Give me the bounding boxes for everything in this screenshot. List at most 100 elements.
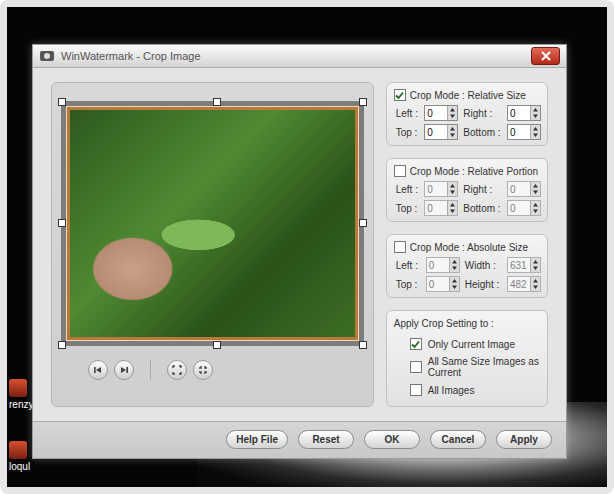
spin-buttons[interactable] <box>447 182 457 196</box>
option-label: All Same Size Images as Current <box>428 356 541 378</box>
spin-buttons[interactable] <box>530 258 540 272</box>
field-label: Top : <box>394 279 423 290</box>
dialog-button[interactable]: Help File <box>226 430 288 449</box>
number-field[interactable]: 631 <box>507 257 541 273</box>
spin-buttons[interactable] <box>530 201 540 215</box>
spin-buttons[interactable] <box>449 258 459 272</box>
checkbox[interactable] <box>394 89 406 101</box>
number-field[interactable]: 0 <box>424 181 458 197</box>
crop-mode-panel: Crop Mode : Relative SizeLeft :0Right :0… <box>386 82 548 146</box>
checkbox[interactable] <box>410 338 422 350</box>
number-field[interactable]: 0 <box>426 257 460 273</box>
spin-arrows-icon <box>532 278 539 290</box>
next-button[interactable] <box>114 360 134 380</box>
fit-button[interactable] <box>167 360 187 380</box>
number-field[interactable]: 0 <box>507 124 541 140</box>
apply-title: Apply Crop Setting to : <box>394 318 541 329</box>
crop-handle[interactable] <box>213 341 221 349</box>
crop-handle[interactable] <box>359 219 367 227</box>
crop-mode-checkbox[interactable]: Crop Mode : Relative Size <box>394 89 541 101</box>
checkbox[interactable] <box>410 361 422 373</box>
option-label: Only Current Image <box>428 339 515 350</box>
checkbox[interactable] <box>394 165 406 177</box>
dialog-button[interactable]: Reset <box>298 430 354 449</box>
dialog-button[interactable]: OK <box>364 430 420 449</box>
field-label: Left : <box>394 184 422 195</box>
desktop-icon[interactable]: renzy <box>9 379 33 410</box>
spin-arrows-icon <box>451 278 458 290</box>
field-label: Top : <box>394 127 422 138</box>
button-bar: Help File Reset OK Cancel Apply <box>33 421 566 458</box>
title-bar[interactable]: WinWatermark - Crop Image <box>33 45 566 68</box>
spin-buttons[interactable] <box>530 277 540 291</box>
field-value: 0 <box>508 184 530 195</box>
close-button[interactable] <box>531 47 560 65</box>
toolbar-separator <box>150 360 151 380</box>
field-value: 631 <box>508 260 530 271</box>
apply-option[interactable]: Only Current Image <box>394 338 541 350</box>
crop-handle[interactable] <box>58 341 66 349</box>
spin-buttons[interactable] <box>447 201 457 215</box>
spin-buttons[interactable] <box>447 106 457 120</box>
tick-icon <box>395 91 404 100</box>
crop-handle[interactable] <box>359 98 367 106</box>
crop-mode-label: Crop Mode : Relative Portion <box>410 166 538 177</box>
spin-arrows-icon <box>532 259 539 271</box>
next-icon <box>119 365 129 375</box>
number-field[interactable]: 0 <box>507 105 541 121</box>
image-stage[interactable] <box>61 101 364 346</box>
number-field[interactable]: 0 <box>507 200 541 216</box>
number-field[interactable]: 0 <box>424 200 458 216</box>
crop-mode-checkbox[interactable]: Crop Mode : Absolute Size <box>394 241 541 253</box>
crop-mode-label: Crop Mode : Absolute Size <box>410 242 528 253</box>
field-value: 0 <box>508 108 530 119</box>
spin-buttons[interactable] <box>530 106 540 120</box>
desktop-icon-label: loqul <box>9 461 30 472</box>
crop-mode-label: Crop Mode : Relative Size <box>410 90 526 101</box>
app-logo-icon <box>39 49 55 63</box>
spin-buttons[interactable] <box>447 125 457 139</box>
crop-handle[interactable] <box>359 341 367 349</box>
spin-buttons[interactable] <box>530 125 540 139</box>
apply-option[interactable]: All Same Size Images as Current <box>394 356 541 378</box>
spin-arrows-icon <box>532 202 539 214</box>
desktop-icon[interactable]: loqul <box>9 441 30 472</box>
desktop: renzy loqul WinWatermark - Crop Image Crop … <box>7 7 607 487</box>
spin-arrows-icon <box>449 107 456 119</box>
number-field[interactable]: 0 <box>426 276 460 292</box>
spin-arrows-icon <box>451 259 458 271</box>
spin-buttons[interactable] <box>449 277 459 291</box>
preview-toolbar <box>52 346 373 392</box>
previous-button[interactable] <box>88 360 108 380</box>
preview-panel <box>51 82 374 407</box>
number-field[interactable]: 0 <box>507 181 541 197</box>
dialog-button[interactable]: Cancel <box>430 430 486 449</box>
screenshot-frame: renzy loqul WinWatermark - Crop Image Crop … <box>0 0 614 494</box>
option-label: All Images <box>428 385 475 396</box>
crop-mode-checkbox[interactable]: Crop Mode : Relative Portion <box>394 165 541 177</box>
field-label: Top : <box>394 203 422 214</box>
crop-handle[interactable] <box>58 219 66 227</box>
number-field[interactable]: 482 <box>507 276 541 292</box>
spin-buttons[interactable] <box>530 182 540 196</box>
dialog-button[interactable]: Apply <box>496 430 552 449</box>
crop-mode-panel: Crop Mode : Relative PortionLeft :0Right… <box>386 158 548 222</box>
app-icon <box>9 379 27 397</box>
field-value: 0 <box>508 203 530 214</box>
actual-size-button[interactable] <box>193 360 213 380</box>
field-value: 0 <box>508 127 530 138</box>
previous-icon <box>93 365 103 375</box>
crop-handle[interactable] <box>213 98 221 106</box>
actual-size-icon <box>198 365 208 375</box>
apply-option[interactable]: All Images <box>394 384 541 396</box>
field-value: 0 <box>425 108 447 119</box>
checkbox[interactable] <box>410 384 422 396</box>
field-label: Bottom : <box>461 127 504 138</box>
field-value: 0 <box>425 127 447 138</box>
crop-handle[interactable] <box>58 98 66 106</box>
checkbox[interactable] <box>394 241 406 253</box>
number-field[interactable]: 0 <box>424 105 458 121</box>
number-field[interactable]: 0 <box>424 124 458 140</box>
tick-icon <box>411 340 420 349</box>
spin-arrows-icon <box>449 183 456 195</box>
